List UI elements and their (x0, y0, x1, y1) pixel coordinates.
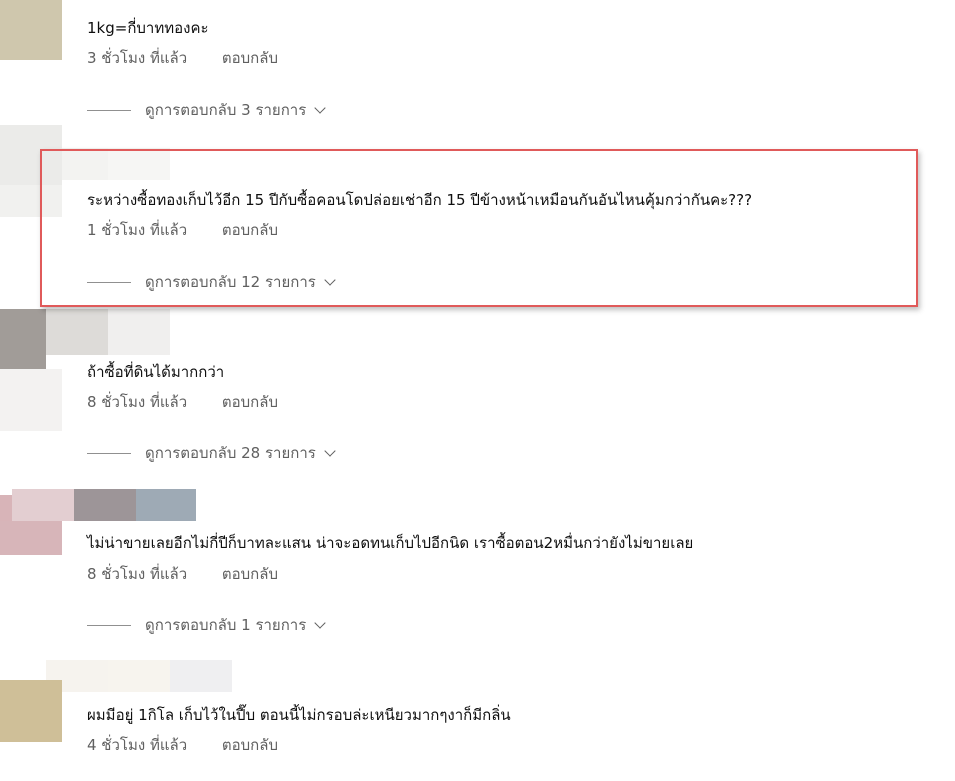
comment-timestamp: 1 ชั่วโมง ที่แล้ว (87, 221, 188, 239)
reply-button[interactable]: ตอบกลับ (222, 564, 278, 584)
divider (87, 281, 131, 283)
author-name-clipped: · · (87, 0, 97, 3)
comment-timestamp: 8 ชั่วโมง ที่แล้ว (87, 565, 188, 583)
chevron-down-icon (324, 444, 336, 457)
comment-timestamp: 8 ชั่วโมง ที่แล้ว (87, 393, 188, 411)
view-replies-label: ดูการตอบกลับ 3 รายการ (145, 101, 307, 119)
divider (87, 109, 131, 111)
author-name-clipped: · · (87, 521, 97, 524)
comment-text: ไม่น่าขายเลยอีกไม่กี่ปีก็บาทละแสน น่าจะอ… (87, 534, 694, 552)
reply-button[interactable]: ตอบกลับ (222, 48, 278, 68)
author-name-clipped: · · (87, 692, 97, 695)
chevron-down-icon (324, 273, 336, 286)
view-replies-button[interactable]: ดูการตอบกลับ 12 รายการ (87, 272, 336, 292)
divider (87, 624, 131, 626)
comment-timestamp: 3 ชั่วโมง ที่แล้ว (87, 49, 188, 67)
comment-meta: 4 ชั่วโมง ที่แล้ว ตอบกลับ (87, 735, 278, 755)
reply-button[interactable]: ตอบกลับ (222, 220, 278, 240)
chevron-down-icon (314, 616, 326, 629)
comment-text: 1kg=กี่บาททองคะ (87, 19, 209, 37)
view-replies-label: ดูการตอบกลับ 28 รายการ (145, 444, 316, 462)
reply-button[interactable]: ตอบกลับ (222, 735, 278, 755)
comment-meta: 3 ชั่วโมง ที่แล้ว ตอบกลับ (87, 48, 278, 68)
comment-meta: 1 ชั่วโมง ที่แล้ว ตอบกลับ (87, 220, 278, 240)
view-replies-button[interactable]: ดูการตอบกลับ 28 รายการ (87, 443, 336, 463)
view-replies-label: ดูการตอบกลับ 12 รายการ (145, 273, 316, 291)
view-replies-button[interactable]: ดูการตอบกลับ 3 รายการ (87, 100, 326, 120)
comment-text: ระหว่างซื้อทองเก็บไว้อีก 15 ปีกับซื้อคอน… (87, 191, 753, 209)
chevron-down-icon (314, 101, 326, 114)
comment-timestamp: 4 ชั่วโมง ที่แล้ว (87, 736, 188, 754)
view-replies-button[interactable]: ดูการตอบกลับ 1 รายการ (87, 615, 326, 635)
comment-text: ถ้าซื้อที่ดินได้มากกว่า (87, 363, 225, 381)
comment-meta: 8 ชั่วโมง ที่แล้ว ตอบกลับ (87, 392, 278, 412)
comment-meta: 8 ชั่วโมง ที่แล้ว ตอบกลับ (87, 564, 278, 584)
divider (87, 452, 131, 454)
view-replies-label: ดูการตอบกลับ 1 รายการ (145, 616, 307, 634)
comment-text: ผมมีอยู่ 1กิโล เก็บไว้ในปี๊บ ตอนนี้ไม่กร… (87, 706, 511, 724)
reply-button[interactable]: ตอบกลับ (222, 392, 278, 412)
